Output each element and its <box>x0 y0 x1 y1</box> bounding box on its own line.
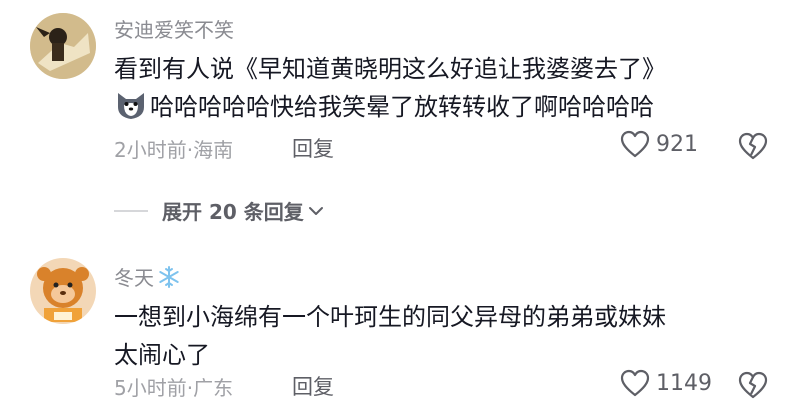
wolf-dog-emoji-icon <box>118 93 144 119</box>
like-button[interactable]: 921 <box>620 130 698 158</box>
comment-username[interactable]: 安迪爱笑不笑 <box>114 14 234 43</box>
comment-text: 一想到小海绵有一个叶珂生的同父异母的弟弟或妹妹 太闹心了 <box>114 298 744 374</box>
snowflake-icon <box>159 266 179 288</box>
broken-heart-icon[interactable] <box>738 370 768 400</box>
comment-line-with-emoji: 哈哈哈哈哈快给我笑晕了放转转收了啊哈哈哈哈 <box>114 88 744 126</box>
comment-location: 海南 <box>193 138 234 162</box>
comment-meta: 2小时前·海南 <box>114 134 233 163</box>
comment-time: 5小时前 <box>114 376 187 400</box>
comment-location: 广东 <box>193 376 234 400</box>
heart-icon <box>620 369 650 397</box>
divider-line <box>114 209 148 212</box>
comment-username[interactable]: 冬天 <box>114 262 181 291</box>
comment-text: 看到有人说《早知道黄晓明这么好追让我婆婆去了》 哈哈哈哈哈快给我笑晕了放转转收了… <box>114 50 744 126</box>
broken-heart-icon[interactable] <box>738 131 768 161</box>
comment-time: 2小时前 <box>114 138 187 162</box>
comment-item: 冬天 一想到小海绵有一个叶珂生的同父异母的弟弟或妹妹 太闹心了 5小时前·广东 … <box>0 242 800 414</box>
comment-line: 看到有人说《早知道黄晓明这么好追让我婆婆去了》 <box>114 55 666 83</box>
expand-replies-label: 展开 20 条回复 <box>162 200 304 224</box>
comment-item: 安迪爱笑不笑 看到有人说《早知道黄晓明这么好追让我婆婆去了》 哈哈哈哈哈快给我笑… <box>0 0 800 190</box>
avatar[interactable] <box>30 13 96 79</box>
comment-line: 一想到小海绵有一个叶珂生的同父异母的弟弟或妹妹 <box>114 303 666 331</box>
username-text: 冬天 <box>114 266 154 290</box>
heart-icon <box>620 130 650 158</box>
avatar-image <box>30 13 96 79</box>
comment-line-text: 哈哈哈哈哈快给我笑晕了放转转收了啊哈哈哈哈 <box>150 93 654 121</box>
like-count: 921 <box>656 131 698 157</box>
avatar-image <box>30 258 96 324</box>
reply-button[interactable]: 回复 <box>292 133 334 163</box>
like-button[interactable]: 1149 <box>620 369 712 397</box>
reply-button[interactable]: 回复 <box>292 371 334 401</box>
chevron-down-icon <box>308 206 323 215</box>
comment-meta: 5小时前·广东 <box>114 372 233 401</box>
like-count: 1149 <box>656 370 712 396</box>
expand-replies-button[interactable]: 展开 20 条回复 <box>114 196 324 225</box>
avatar[interactable] <box>30 258 96 324</box>
